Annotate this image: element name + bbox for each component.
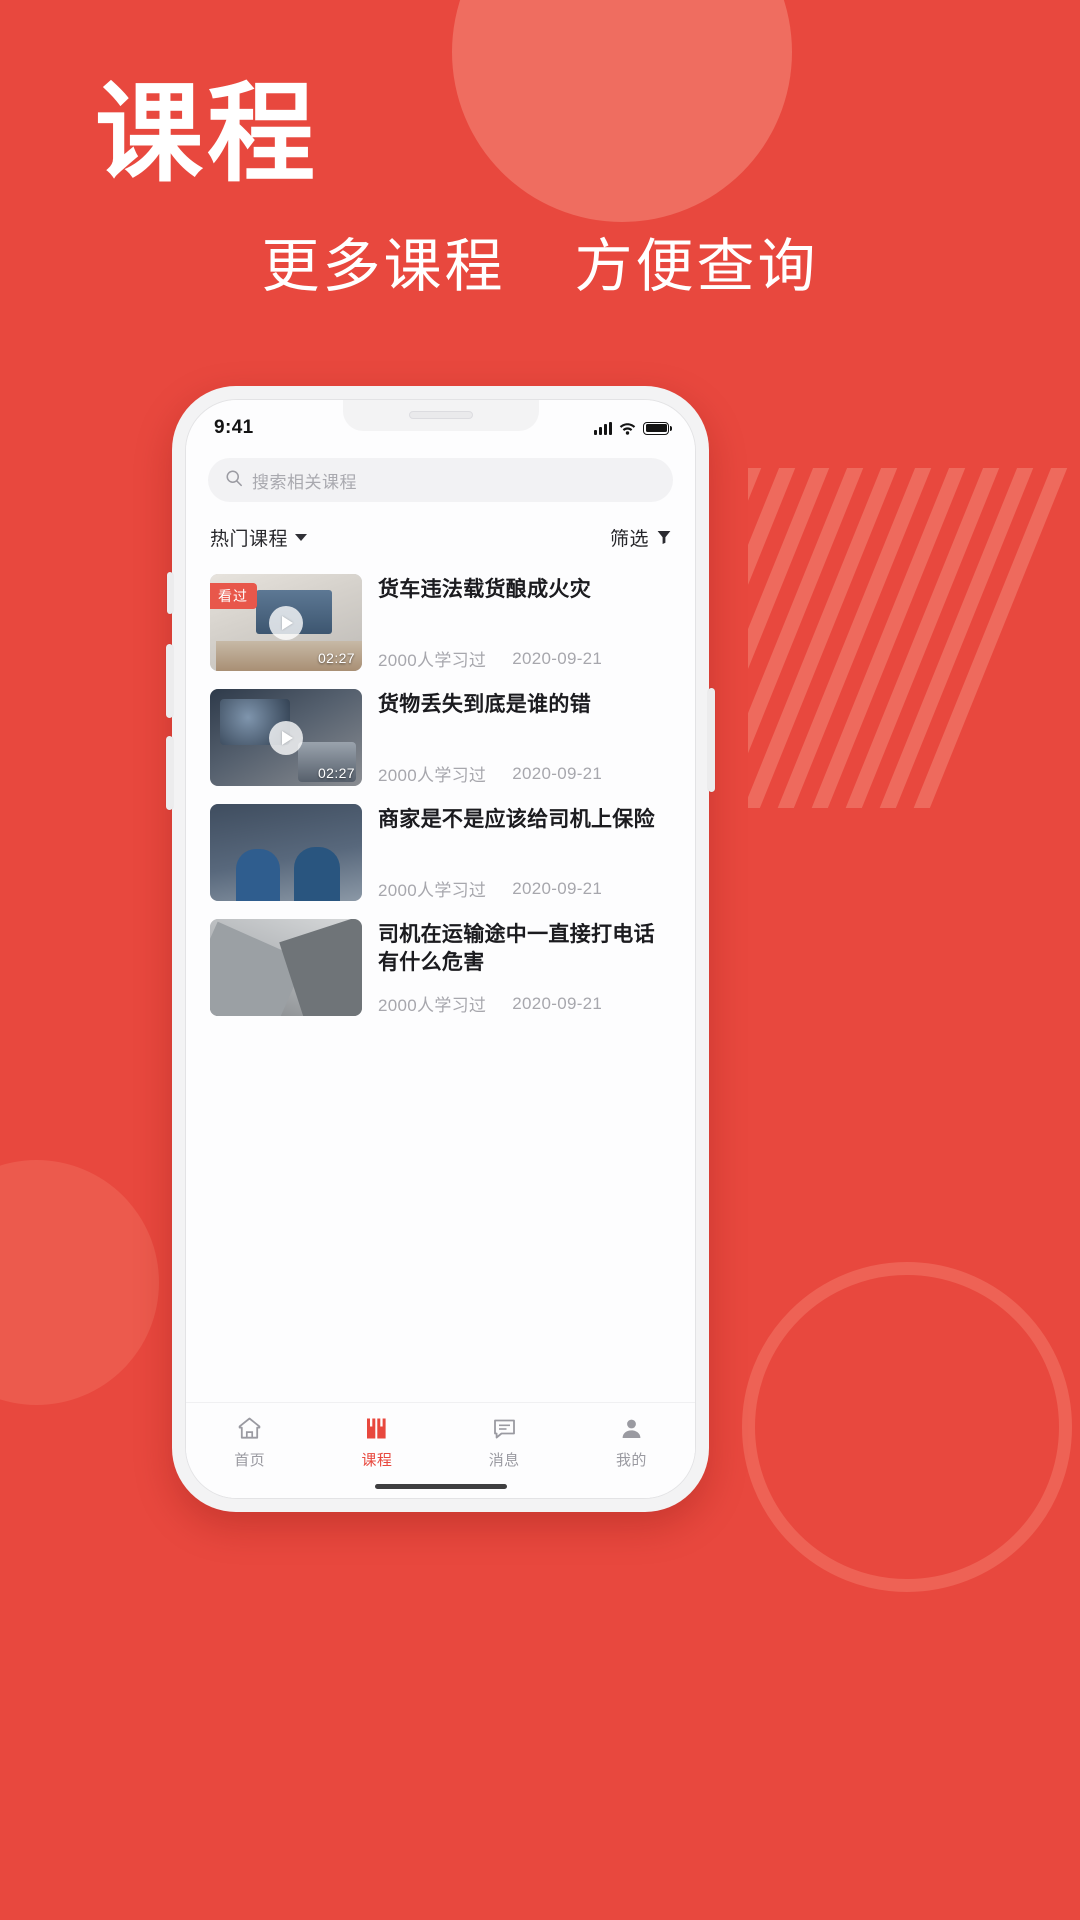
play-icon[interactable] — [269, 605, 303, 640]
tab-home-label: 首页 — [234, 1452, 266, 1469]
home-icon — [236, 1415, 263, 1442]
course-learners: 2000人学习过 — [378, 881, 487, 900]
volume-down-button[interactable] — [166, 736, 173, 810]
power-button[interactable] — [708, 688, 715, 792]
sort-dropdown[interactable]: 热门课程 — [210, 524, 308, 551]
thumbnail-image — [210, 804, 362, 901]
course-thumbnail[interactable] — [210, 919, 362, 1016]
decorative-ring-bottom-right — [742, 1262, 1072, 1592]
home-indicator — [374, 1484, 507, 1489]
course-learners: 2000人学习过 — [378, 766, 487, 785]
tab-profile-label: 我的 — [615, 1452, 647, 1469]
book-icon — [363, 1415, 390, 1442]
battery-full-icon — [643, 421, 672, 435]
course-title: 司机在运输途中一直接打电话有什么危害 — [378, 923, 655, 974]
status-icons — [594, 421, 672, 435]
hero-subtitle-left: 更多课程 — [261, 234, 506, 299]
status-time: 9:41 — [214, 417, 254, 438]
cellular-bars-icon — [594, 421, 612, 435]
course-date: 2020-09-21 — [512, 648, 603, 668]
tab-profile[interactable]: 我的 — [568, 1415, 695, 1470]
phone-mockup: 9:41 搜索相关课程 热门课程 筛选 看过 02:27 货车违法载货酿成火灾 … — [166, 386, 715, 1512]
course-title: 商家是不是应该给司机上保险 — [378, 808, 655, 831]
filter-row: 热门课程 筛选 — [186, 502, 695, 565]
course-text-block: 司机在运输途中一直接打电话有什么危害 2000人学习过 2020-09-21 — [378, 919, 671, 1016]
course-duration: 02:27 — [317, 765, 355, 781]
app-content: 搜索相关课程 热门课程 筛选 看过 02:27 货车违法载货酿成火灾 2000人… — [186, 400, 695, 1498]
wifi-icon — [619, 422, 636, 435]
course-thumbnail[interactable]: 看过 02:27 — [210, 574, 362, 671]
page-title: 课程 — [95, 76, 320, 195]
volume-up-button[interactable] — [166, 644, 173, 718]
tab-courses[interactable]: 课程 — [313, 1415, 440, 1470]
decorative-circle-top — [452, 0, 792, 222]
course-title: 货车违法载货酿成火灾 — [378, 578, 591, 601]
decorative-circle-bottom-left — [0, 1160, 159, 1405]
search-section: 搜索相关课程 — [186, 448, 695, 502]
course-title: 货物丢失到底是谁的错 — [378, 693, 591, 716]
tab-home[interactable]: 首页 — [186, 1415, 313, 1470]
search-icon — [225, 469, 243, 492]
course-thumbnail[interactable]: 02:27 — [210, 689, 362, 786]
tab-courses-label: 课程 — [361, 1452, 393, 1469]
course-text-block: 货物丢失到底是谁的错 2000人学习过 2020-09-21 — [378, 689, 671, 786]
list-item[interactable]: 司机在运输途中一直接打电话有什么危害 2000人学习过 2020-09-21 — [210, 910, 671, 1025]
course-date: 2020-09-21 — [512, 993, 603, 1013]
earpiece-speaker — [408, 411, 473, 419]
funnel-icon — [657, 530, 671, 545]
search-placeholder: 搜索相关课程 — [252, 472, 357, 492]
filter-button-label: 筛选 — [609, 529, 649, 550]
phone-screen-frame: 9:41 搜索相关课程 热门课程 筛选 看过 02:27 货车违法载货酿成火灾 … — [185, 399, 696, 1499]
list-item[interactable]: 看过 02:27 货车违法载货酿成火灾 2000人学习过 2020-09-21 — [210, 565, 671, 680]
course-date: 2020-09-21 — [512, 763, 603, 783]
search-input[interactable]: 搜索相关课程 — [208, 458, 673, 502]
hero-subtitle-right: 方便查询 — [574, 234, 819, 299]
course-text-block: 商家是不是应该给司机上保险 2000人学习过 2020-09-21 — [378, 804, 671, 901]
course-text-block: 货车违法载货酿成火灾 2000人学习过 2020-09-21 — [378, 574, 671, 671]
course-thumbnail[interactable] — [210, 804, 362, 901]
hero-subtitle: 更多课程 方便查询 — [0, 238, 1080, 296]
filter-button[interactable]: 筛选 — [610, 524, 671, 551]
list-item[interactable]: 商家是不是应该给司机上保险 2000人学习过 2020-09-21 — [210, 795, 671, 910]
app-screen: 9:41 搜索相关课程 热门课程 筛选 看过 02:27 货车违法载货酿成火灾 … — [186, 400, 695, 1498]
list-item[interactable]: 02:27 货物丢失到底是谁的错 2000人学习过 2020-09-21 — [210, 680, 671, 795]
play-icon[interactable] — [269, 720, 303, 755]
tab-messages[interactable]: 消息 — [441, 1415, 568, 1470]
chevron-down-icon — [295, 534, 308, 541]
chat-icon — [491, 1415, 518, 1442]
course-learners: 2000人学习过 — [378, 996, 487, 1015]
course-meta: 2000人学习过 2020-09-21 — [378, 751, 671, 786]
sort-dropdown-label: 热门课程 — [210, 529, 289, 550]
phone-notch — [342, 400, 539, 431]
course-meta: 2000人学习过 2020-09-21 — [378, 981, 671, 1016]
course-meta: 2000人学习过 2020-09-21 — [378, 636, 671, 671]
course-learners: 2000人学习过 — [378, 651, 487, 670]
person-icon — [618, 1415, 645, 1442]
course-list: 看过 02:27 货车违法载货酿成火灾 2000人学习过 2020-09-21 — [186, 565, 695, 1025]
course-meta: 2000人学习过 2020-09-21 — [378, 866, 671, 901]
course-date: 2020-09-21 — [512, 878, 603, 898]
mute-switch[interactable] — [167, 572, 173, 614]
course-duration: 02:27 — [317, 650, 355, 666]
decorative-stripes — [748, 468, 1080, 808]
thumbnail-image — [210, 919, 362, 1016]
tab-messages-label: 消息 — [488, 1452, 520, 1469]
status-badge: 看过 — [210, 583, 257, 609]
